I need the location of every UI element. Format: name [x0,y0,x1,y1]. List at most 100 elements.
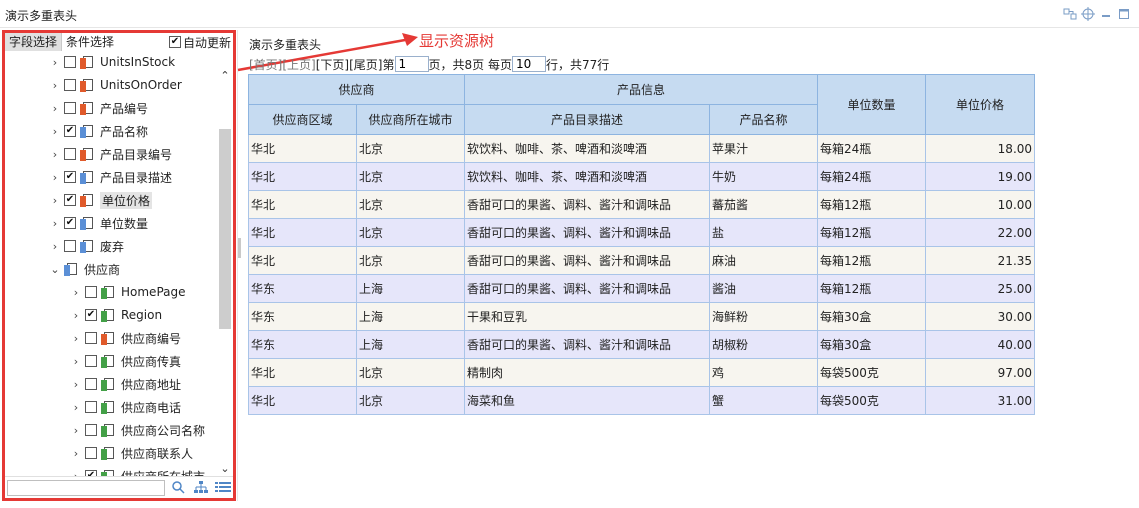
chevron-down-icon[interactable]: ⌄ [50,263,60,276]
tree-item[interactable]: › UnitsInStock [5,51,217,73]
prev-page-link[interactable]: [上页] [282,56,315,73]
tree-item-label: 废弃 [100,239,125,254]
chevron-right-icon[interactable]: › [50,171,60,184]
chevron-right-icon[interactable]: › [50,240,60,253]
cell-unit-qty: 每箱12瓶 [817,246,927,275]
tree-item-label: 产品目录编号 [100,147,173,162]
tree-item[interactable]: › ✔ 产品名称 [5,120,217,142]
tree-item-checkbox[interactable]: ✔ [64,125,76,137]
tree-item-checkbox[interactable]: ✔ [64,194,76,206]
cell-unit-qty: 每箱12瓶 [817,274,927,303]
tree-item-checkbox[interactable] [85,332,97,344]
last-page-link[interactable]: [尾页] [349,56,382,73]
tree-item-checkbox[interactable] [64,240,76,252]
tree-item[interactable]: › ✔ Region [5,304,217,326]
tree-item-checkbox[interactable] [85,447,97,459]
next-page-link[interactable]: [下页] [316,56,349,73]
tree-item-checkbox[interactable]: ✔ [85,309,97,321]
tree-item[interactable]: ›✔供应商所在城市 [5,465,217,476]
tree-item-checkbox[interactable] [64,102,76,114]
tree-item[interactable]: › 供应商公司名称 [5,419,217,441]
tree-item-label: 供应商地址 [121,377,182,392]
auto-update-toggle[interactable]: ✔ 自动更新 [168,34,233,51]
tree-item-checkbox[interactable] [85,286,97,298]
list-icon[interactable] [215,480,231,496]
chevron-right-icon[interactable]: › [71,332,81,345]
chevron-right-icon[interactable]: › [50,125,60,138]
cell-product: 盐 [709,218,819,247]
chevron-right-icon[interactable]: › [50,56,60,69]
tree-item-checkbox[interactable] [85,424,97,436]
tree-item[interactable]: › 供应商编号 [5,327,217,349]
tree-item[interactable]: › 供应商传真 [5,350,217,372]
cell-unit-price: 18.00 [925,134,1036,163]
hierarchy-icon[interactable] [193,480,209,496]
tree-item[interactable]: › 产品目录编号 [5,143,217,165]
chevron-right-icon[interactable]: › [71,401,81,414]
tree-item-checkbox[interactable] [85,401,97,413]
report-body: 华北 北京 软饮料、咖啡、茶、啤酒和淡啤酒 苹果汁 每箱24瓶 18.00 华北 北京 软饮料、… [248,134,1036,415]
tree-item-checkbox[interactable] [64,56,76,68]
tree-item[interactable]: › 废弃 [5,235,217,257]
chevron-right-icon[interactable]: › [71,378,81,391]
tree-item[interactable]: ⌄ 供应商 [5,258,217,280]
tree-item[interactable]: › ✔ 单位数量 [5,212,217,234]
tree-item[interactable]: › 供应商联系人 [5,442,217,464]
chevron-right-icon[interactable]: › [71,424,81,437]
chevron-right-icon[interactable]: › [50,217,60,230]
cell-unit-price: 22.00 [925,218,1036,247]
field-red-icon [101,331,115,345]
tab-condition-select[interactable]: 条件选择 [61,33,118,51]
field-red-icon [80,101,94,115]
tree-item-checkbox[interactable] [64,79,76,91]
header-group-supplier: 供应商 [247,74,466,105]
scroll-up-arrow-icon[interactable]: ⌃ [217,69,233,83]
cell-region: 华北 [248,218,357,247]
tree-item-checkbox[interactable] [85,378,97,390]
tree-item[interactable]: › 产品编号 [5,97,217,119]
tree-item[interactable]: › ✔ 产品目录描述 [5,166,217,188]
field-search-input[interactable] [7,480,165,496]
chevron-right-icon[interactable]: › [50,102,60,115]
panel-splitter[interactable] [237,30,241,501]
chevron-right-icon[interactable]: › [71,309,81,322]
tree-item-checkbox[interactable] [85,355,97,367]
first-page-link[interactable]: [首页] [249,56,282,73]
maximize-icon[interactable] [1117,7,1131,21]
cell-region: 华北 [248,386,357,415]
tree-item-checkbox[interactable]: ✔ [64,217,76,229]
scroll-down-arrow-icon[interactable]: ⌄ [217,462,233,476]
splitter-grip[interactable] [238,238,241,258]
tree-item[interactable]: › ✔ 单位价格 [5,189,217,211]
target-icon[interactable] [1081,7,1095,21]
cell-unit-price: 21.35 [925,246,1036,275]
page-number-input[interactable] [394,56,429,72]
page-size-input[interactable] [511,56,546,72]
field-blue-icon [80,216,94,230]
cell-category: 香甜可口的果酱、调料、酱汁和调味品 [464,330,711,359]
cell-city: 北京 [355,386,466,415]
minimize-icon[interactable] [1099,7,1113,21]
cell-product: 蟹 [709,386,819,415]
tab-field-select[interactable]: 字段选择 [5,33,62,51]
chevron-right-icon[interactable]: › [71,355,81,368]
layout-icon[interactable] [1063,7,1077,21]
tree-item[interactable]: › UnitsOnOrder [5,74,217,96]
chevron-right-icon[interactable]: › [50,79,60,92]
auto-update-checkbox[interactable]: ✔ [168,36,181,48]
tree-item-checkbox[interactable] [64,148,76,160]
tree-item[interactable]: › 供应商电话 [5,396,217,418]
chevron-right-icon[interactable]: › [50,194,60,207]
chevron-right-icon[interactable]: › [50,148,60,161]
table-row: 华北 北京 软饮料、咖啡、茶、啤酒和淡啤酒 苹果汁 每箱24瓶 18.00 [248,134,1036,163]
scroll-thumb[interactable] [219,129,231,329]
tree-item[interactable]: › HomePage [5,281,217,303]
field-green-icon [101,354,115,368]
search-icon[interactable] [170,480,186,496]
tree-item[interactable]: › 供应商地址 [5,373,217,395]
tree-item-checkbox[interactable]: ✔ [64,171,76,183]
cell-product: 胡椒粉 [709,330,819,359]
tree-scrollbar[interactable]: ⌃ ⌄ [217,69,233,476]
chevron-right-icon[interactable]: › [71,447,81,460]
chevron-right-icon[interactable]: › [71,286,81,299]
